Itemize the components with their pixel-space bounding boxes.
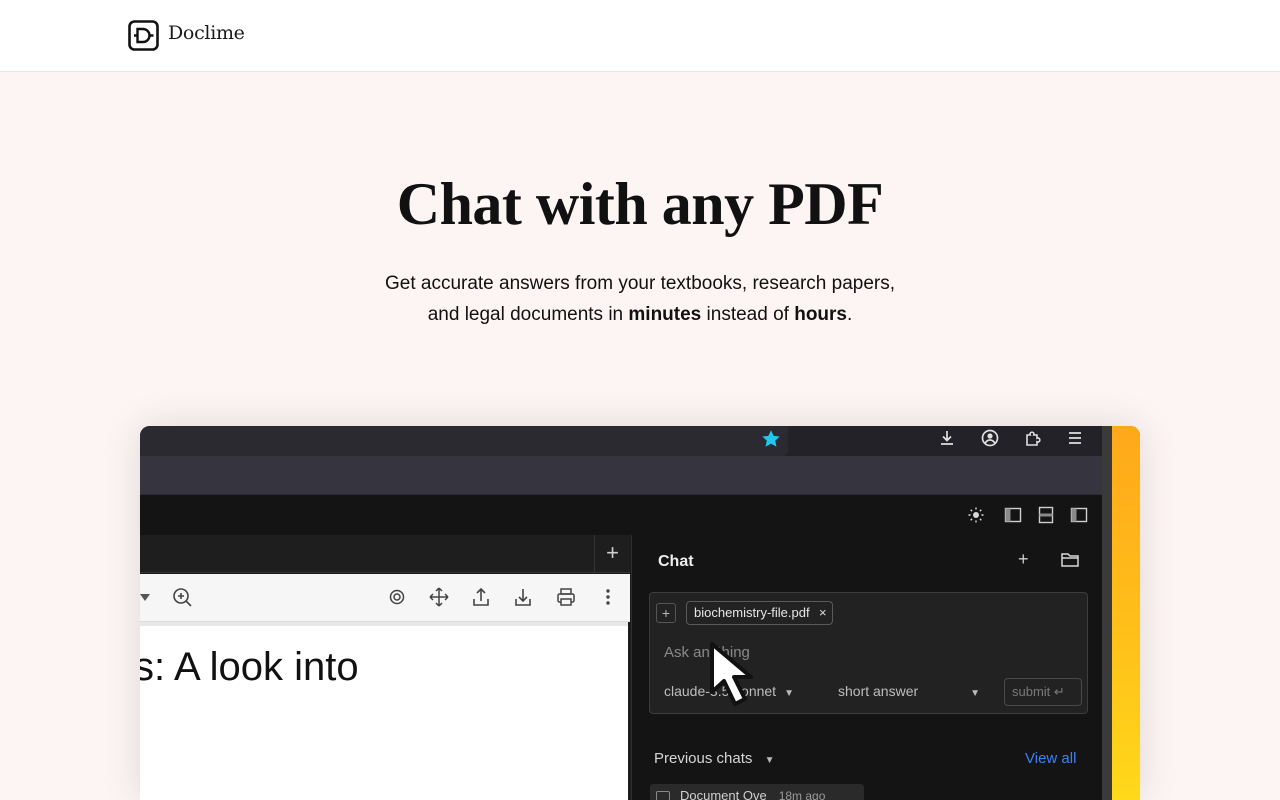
chevron-down-icon: ▼ — [970, 688, 981, 699]
pdf-toolbar — [140, 574, 630, 622]
new-chat-button[interactable]: + — [1018, 549, 1029, 570]
chat-item-title: Document Ove — [680, 788, 767, 800]
bookmark-row — [140, 456, 1102, 494]
previous-chats-label: Previous chats — [654, 750, 753, 767]
hero-subtitle-line1: Get accurate answers from your textbooks… — [384, 273, 896, 294]
move-icon[interactable] — [428, 586, 450, 608]
hero-subtitle-bold-minutes: minutes — [628, 304, 702, 325]
split-panel-icon[interactable] — [1037, 506, 1055, 524]
menu-icon[interactable] — [1065, 428, 1085, 448]
left-panel-icon[interactable] — [1004, 506, 1022, 524]
print-icon[interactable] — [555, 586, 577, 608]
hero-subtitle-mid: instead of — [701, 304, 795, 325]
answer-mode-select[interactable]: short answer ▼ — [838, 683, 980, 699]
upload-icon[interactable] — [470, 586, 492, 608]
scrollbar[interactable] — [1102, 426, 1112, 800]
download-icon[interactable] — [512, 586, 534, 608]
answer-mode-value: short answer — [838, 683, 919, 699]
right-panel-icon[interactable] — [1070, 506, 1088, 524]
product-screenshot: + s: A look into Chat + + biochemistry-f… — [140, 426, 1140, 800]
chevron-down-icon: ▼ — [784, 688, 794, 699]
chat-title: Chat — [658, 553, 694, 570]
doclime-logo-icon[interactable] — [128, 20, 159, 51]
document-tabs: + — [140, 535, 630, 573]
zoom-in-icon[interactable] — [171, 586, 193, 608]
folder-icon[interactable] — [1060, 551, 1080, 569]
extensions-icon[interactable] — [1023, 428, 1043, 448]
list-item[interactable]: Document Ove 18m ago — [650, 784, 864, 800]
hero-subtitle-bold-hours: hours — [794, 304, 847, 325]
close-icon[interactable]: × — [819, 602, 827, 624]
brand-name[interactable]: Doclime — [168, 22, 245, 44]
chat-pane: Chat + + biochemistry-file.pdf × claude-… — [631, 535, 1102, 800]
more-icon[interactable] — [597, 586, 619, 608]
chat-item-time: 18m ago — [778, 789, 826, 800]
star-icon[interactable] — [760, 428, 782, 450]
pdf-heading: s: A look into — [140, 645, 359, 689]
pdf-pane: + s: A look into — [140, 535, 630, 800]
attached-file-name: biochemistry-file.pdf — [694, 605, 810, 620]
hero-title: Chat with any PDF — [396, 171, 884, 237]
browser-bar — [140, 426, 1102, 456]
attach-file-button[interactable]: + — [656, 603, 676, 623]
previous-chats-toggle[interactable]: Previous chats ▼ — [654, 750, 774, 767]
hero-subtitle-end: . — [847, 304, 853, 325]
item-checkbox[interactable] — [656, 791, 670, 800]
app-toolbar — [140, 494, 1102, 535]
theme-sun-icon[interactable] — [967, 506, 985, 524]
cursor-pointer-icon — [710, 642, 753, 706]
url-bar[interactable] — [140, 426, 788, 456]
chevron-down-icon: ▼ — [764, 755, 775, 766]
top-navigation: Doclime — [0, 0, 1280, 72]
hero-subtitle-line2-pre: and legal documents in — [427, 304, 629, 325]
account-icon[interactable] — [980, 428, 1000, 448]
download-icon[interactable] — [937, 428, 957, 448]
attached-file-chip[interactable]: biochemistry-file.pdf × — [686, 601, 833, 625]
hero-subtitle: Get accurate answers from your textbooks… — [340, 268, 940, 330]
submit-button[interactable]: submit ↵ — [1004, 678, 1082, 706]
view-all-link[interactable]: View all — [1025, 750, 1076, 767]
new-tab-button[interactable]: + — [594, 535, 630, 573]
dropdown-arrow-icon[interactable] — [140, 586, 158, 608]
ai-icon[interactable] — [386, 586, 408, 608]
accent-edge — [1112, 426, 1140, 800]
